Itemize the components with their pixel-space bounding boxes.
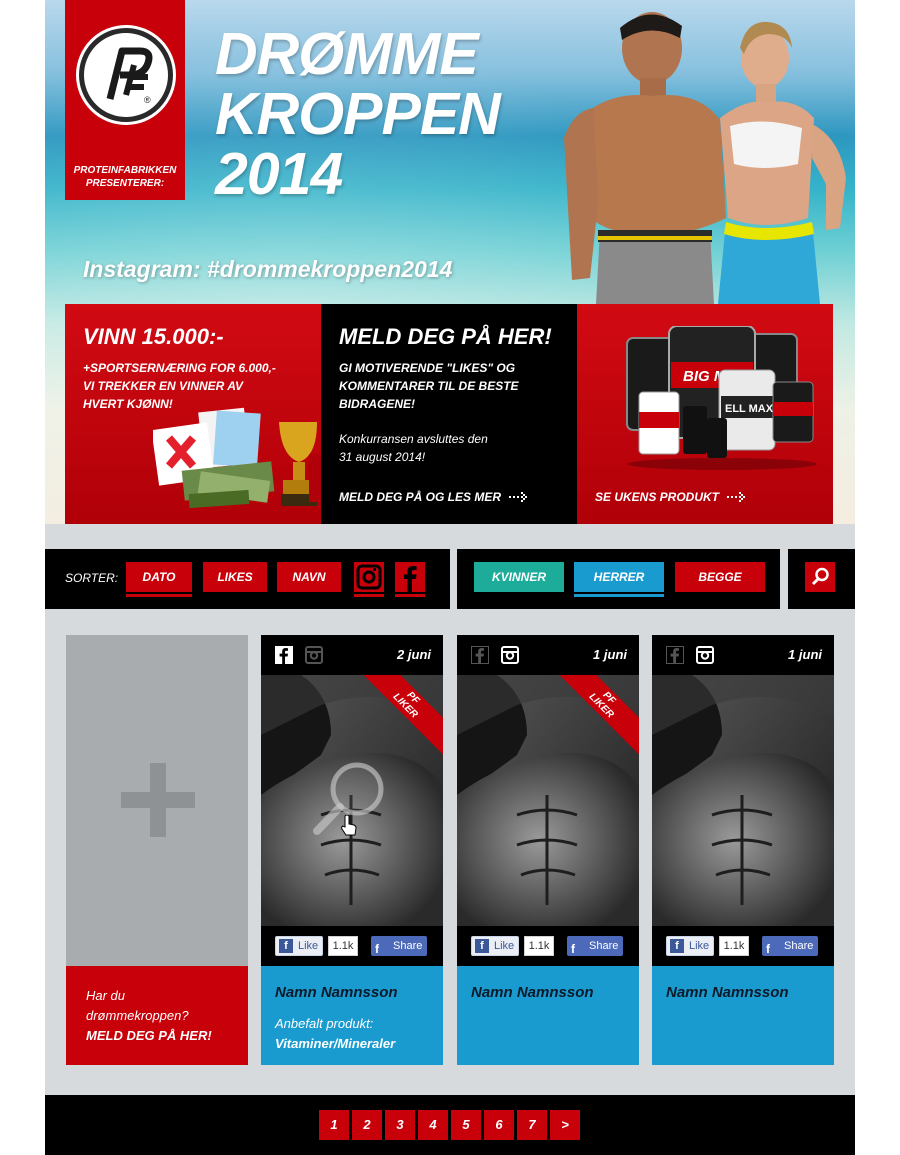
prizes-image xyxy=(153,407,331,509)
svg-text:ELL MAX: ELL MAX xyxy=(725,403,774,415)
recommended-product: Anbefalt produkt: Vitaminer/Mineraler xyxy=(275,1016,396,1051)
signup-text: GI MOTIVERENDE "LIKES" OG KOMMENTARER TI… xyxy=(339,361,519,411)
facebook-icon: f xyxy=(279,939,293,953)
fb-share-button[interactable]: f Share xyxy=(762,936,818,956)
fb-like-button[interactable]: f Like xyxy=(471,936,519,956)
entry-card: 1 juni f Like 1.1k f Share Namn Namnsson xyxy=(652,635,834,1065)
page-button-5[interactable]: 5 xyxy=(451,1110,481,1140)
fb-like-count: 1.1k xyxy=(719,936,749,956)
facebook-icon: f xyxy=(670,939,684,953)
entry-info: Namn Namnsson xyxy=(457,966,639,1065)
fb-share-button[interactable]: f Share xyxy=(371,936,427,956)
signup-title: MELD DEG PÅ HER! xyxy=(339,324,552,349)
facebook-icon: f xyxy=(571,942,575,956)
card-header: 1 juni xyxy=(457,635,639,675)
entry-photo[interactable]: PF LIKER xyxy=(261,675,443,926)
page-button-4[interactable]: 4 xyxy=(418,1110,448,1140)
entry-card: 2 juni PF LIKER f Like 1.1k f Share Namn… xyxy=(261,635,443,1065)
pagination: 1 2 3 4 5 6 7 > xyxy=(45,1095,855,1155)
pf-logo-icon: ® xyxy=(79,28,173,122)
filter-women-button[interactable]: KVINNER xyxy=(474,562,564,592)
social-buttons: f Like 1.1k f Share xyxy=(261,926,443,966)
fb-like-button[interactable]: f Like xyxy=(666,936,714,956)
page: ® PROTEINFABRIKKEN PRESENTERER: DRØMME K… xyxy=(45,0,855,1155)
sort-likes-button[interactable]: LIKES xyxy=(203,562,267,592)
sort-name-button[interactable]: NAVN xyxy=(277,562,341,592)
search-icon[interactable] xyxy=(805,562,835,592)
next-page-button[interactable]: > xyxy=(550,1110,580,1140)
sort-bar: SORTER: DATO LIKES NAVN xyxy=(45,549,450,609)
filter-both-button[interactable]: BEGGE xyxy=(675,562,765,592)
entry-name[interactable]: Namn Namnsson xyxy=(275,984,398,1001)
fb-like-count: 1.1k xyxy=(328,936,358,956)
search-box xyxy=(788,549,855,609)
filter-men-button[interactable]: HERRER xyxy=(574,562,664,592)
page-button-7[interactable]: 7 xyxy=(517,1110,547,1140)
models-image xyxy=(564,12,846,304)
signup-read-more-link[interactable]: MELD DEG PÅ OG LES MER xyxy=(339,490,528,504)
svg-text:®: ® xyxy=(144,95,151,105)
hand-cursor-icon xyxy=(341,815,357,836)
facebook-icon: f xyxy=(375,942,379,956)
fb-share-button[interactable]: f Share xyxy=(567,936,623,956)
product-panel: BIG MAS ELL MAX SE UKENS PRODUKT xyxy=(577,304,833,524)
entry-info: Namn Namnsson Anbefalt produkt: Vitamine… xyxy=(261,966,443,1065)
facebook-icon[interactable] xyxy=(666,646,684,664)
page-button-1[interactable]: 1 xyxy=(319,1110,349,1140)
entry-name[interactable]: Namn Namnsson xyxy=(471,984,594,1001)
entry-date: 2 juni xyxy=(397,647,431,662)
card-header: 1 juni xyxy=(652,635,834,675)
facebook-icon[interactable] xyxy=(471,646,489,664)
instagram-hashtag: Instagram: #drommekroppen2014 xyxy=(83,256,453,282)
instagram-icon[interactable] xyxy=(501,646,519,664)
facebook-icon: f xyxy=(766,942,770,956)
social-buttons: f Like 1.1k f Share xyxy=(652,926,834,966)
entry-name[interactable]: Namn Namnsson xyxy=(666,984,789,1001)
weekly-product-link[interactable]: SE UKENS PRODUKT xyxy=(595,490,746,504)
arrow-right-icon xyxy=(509,492,528,502)
prize-panel: VINN 15.000:- +SPORTSERNÆRING FOR 6.000,… xyxy=(65,304,331,524)
social-buttons: f Like 1.1k f Share xyxy=(457,926,639,966)
instagram-icon[interactable] xyxy=(696,646,714,664)
signup-panel: MELD DEG PÅ HER! GI MOTIVERENDE "LIKES" … xyxy=(321,304,577,524)
add-entry-card[interactable]: Har du drømmekroppen? MELD DEG PÅ HER! xyxy=(66,635,248,1065)
instagram-icon[interactable] xyxy=(305,646,323,664)
facebook-icon[interactable] xyxy=(275,646,293,664)
arrow-right-icon xyxy=(727,492,746,502)
entry-photo[interactable] xyxy=(652,675,834,926)
facebook-icon: f xyxy=(475,939,489,953)
sort-label: SORTER: xyxy=(65,571,119,585)
card-header: 2 juni xyxy=(261,635,443,675)
proteinfabrikken-logo[interactable]: ® PROTEINFABRIKKEN PRESENTERER: xyxy=(65,0,185,200)
page-button-6[interactable]: 6 xyxy=(484,1110,514,1140)
fb-like-count: 1.1k xyxy=(524,936,554,956)
hero-title: DRØMME KROPPEN 2014 xyxy=(215,21,501,207)
instagram-icon[interactable] xyxy=(354,562,384,592)
entry-date: 1 juni xyxy=(593,647,627,662)
signup-cta[interactable]: Har du drømmekroppen? MELD DEG PÅ HER! xyxy=(66,966,248,1065)
page-button-3[interactable]: 3 xyxy=(385,1110,415,1140)
supplements-image: BIG MAS ELL MAX xyxy=(626,326,817,470)
prize-title: VINN 15.000:- xyxy=(83,324,224,349)
page-button-2[interactable]: 2 xyxy=(352,1110,382,1140)
fb-like-button[interactable]: f Like xyxy=(275,936,323,956)
facebook-icon[interactable] xyxy=(395,562,425,592)
logo-caption: PROTEINFABRIKKEN PRESENTERER: xyxy=(73,165,177,189)
entry-card: 1 juni PF LIKER f Like 1.1k f Share Namn… xyxy=(457,635,639,1065)
entry-info: Namn Namnsson xyxy=(652,966,834,1065)
entry-date: 1 juni xyxy=(788,647,822,662)
sort-date-button[interactable]: DATO xyxy=(126,562,192,592)
gender-filter-bar: KVINNER HERRER BEGGE xyxy=(457,549,780,609)
entry-photo[interactable]: PF LIKER xyxy=(457,675,639,926)
deadline-text: Konkurransen avsluttes den 31 august 201… xyxy=(339,432,488,464)
